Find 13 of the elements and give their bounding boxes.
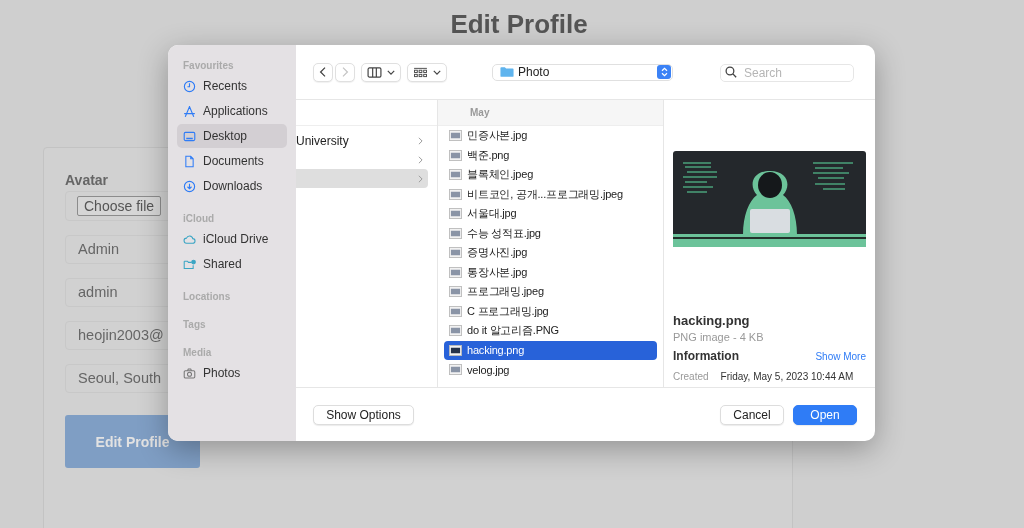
sidebar-heading: Media (182, 347, 212, 360)
sidebar-heading: Tags (182, 319, 206, 332)
created-label: Created (673, 371, 709, 382)
page-title: Edit Profile (449, 8, 589, 40)
file-type: PNG image - 4 KB (673, 331, 765, 343)
avatar-label: Avatar (65, 172, 109, 188)
sidebar-heading: Locations (182, 291, 231, 304)
info-heading: Information (673, 349, 739, 363)
created-value: Friday, May 5, 2023 10:44 AM (720, 371, 854, 382)
sidebar-heading: Favourites (182, 60, 234, 73)
group-header: May (470, 107, 490, 118)
sidebar-heading: iCloud (182, 213, 215, 226)
file-name: hacking.png (673, 313, 751, 328)
